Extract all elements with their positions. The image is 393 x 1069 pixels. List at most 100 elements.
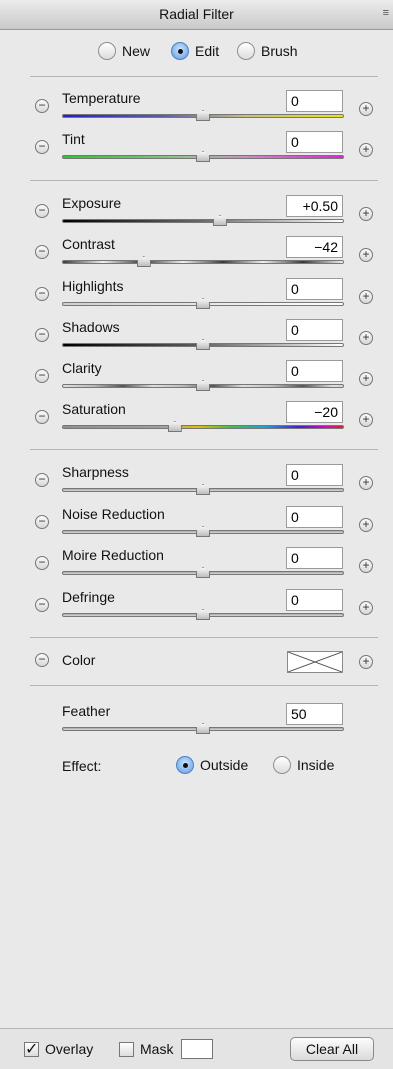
tint-plus-icon[interactable]: + bbox=[359, 143, 373, 157]
temperature-minus-icon[interactable]: − bbox=[35, 99, 49, 113]
exposure-slider-thumb[interactable] bbox=[212, 215, 227, 226]
panel-title: Radial Filter bbox=[159, 6, 234, 22]
feather-label: Feather bbox=[62, 703, 111, 719]
contrast-plus-icon[interactable]: + bbox=[359, 248, 373, 262]
moire-reduction-slider-thumb[interactable] bbox=[196, 567, 210, 578]
sharpness-plus-icon[interactable]: + bbox=[359, 476, 373, 490]
temperature-plus-icon[interactable]: + bbox=[359, 102, 373, 116]
color-swatch[interactable] bbox=[287, 651, 343, 673]
effect-label: Effect: bbox=[62, 758, 102, 774]
tint-value-input[interactable] bbox=[286, 131, 343, 153]
clarity-plus-icon[interactable]: + bbox=[359, 372, 373, 386]
tint-slider-thumb[interactable] bbox=[196, 151, 210, 162]
radio-new[interactable] bbox=[98, 42, 116, 60]
exposure-value-input[interactable] bbox=[286, 195, 343, 217]
radio-inside[interactable] bbox=[273, 756, 291, 774]
contrast-value-input[interactable] bbox=[286, 236, 343, 258]
clear-all-button[interactable]: Clear All bbox=[290, 1037, 374, 1061]
sharpness-slider-thumb[interactable] bbox=[196, 484, 210, 495]
contrast-minus-icon[interactable]: − bbox=[35, 245, 49, 259]
effect-outside[interactable]: Outside bbox=[176, 756, 248, 774]
feather-value-input[interactable] bbox=[286, 703, 343, 725]
highlights-value-input[interactable] bbox=[286, 278, 343, 300]
saturation-slider-track[interactable] bbox=[62, 425, 344, 429]
noise-reduction-slider-thumb[interactable] bbox=[196, 526, 210, 537]
temperature-value-input[interactable] bbox=[286, 90, 343, 112]
moire-reduction-row: −Moire Reduction + bbox=[0, 547, 393, 587]
noise-reduction-value-input[interactable] bbox=[286, 506, 343, 528]
noise-reduction-label: Noise Reduction bbox=[62, 506, 165, 522]
contrast-label: Contrast bbox=[62, 236, 115, 252]
mask-checkbox[interactable] bbox=[119, 1042, 134, 1057]
mask-color-swatch[interactable] bbox=[181, 1039, 213, 1059]
shadows-label: Shadows bbox=[62, 319, 120, 335]
mode-selector: New Edit Brush bbox=[0, 42, 393, 66]
exposure-plus-icon[interactable]: + bbox=[359, 207, 373, 221]
contrast-slider-track[interactable] bbox=[62, 260, 344, 264]
color-label: Color bbox=[62, 652, 96, 668]
highlights-row: −Highlights + bbox=[0, 278, 393, 318]
contrast-slider-thumb[interactable] bbox=[136, 256, 151, 267]
highlights-plus-icon[interactable]: + bbox=[359, 290, 373, 304]
saturation-minus-icon[interactable]: − bbox=[35, 410, 49, 424]
effect-inside-label: Inside bbox=[297, 757, 335, 773]
defringe-plus-icon[interactable]: + bbox=[359, 601, 373, 615]
shadows-minus-icon[interactable]: − bbox=[35, 328, 49, 342]
saturation-plus-icon[interactable]: + bbox=[359, 413, 373, 427]
panel-titlebar: Radial Filter ≡ bbox=[0, 0, 393, 30]
color-plus-icon[interactable]: + bbox=[359, 655, 373, 669]
shadows-slider-thumb[interactable] bbox=[196, 339, 210, 350]
defringe-minus-icon[interactable]: − bbox=[35, 598, 49, 612]
effect-outside-label: Outside bbox=[200, 757, 249, 773]
color-minus-icon[interactable]: − bbox=[35, 653, 49, 667]
defringe-row: −Defringe + bbox=[0, 589, 393, 629]
divider bbox=[30, 637, 378, 638]
mode-edit-label: Edit bbox=[195, 43, 220, 59]
radio-edit[interactable] bbox=[171, 42, 189, 60]
feather-slider-thumb[interactable] bbox=[196, 723, 210, 734]
highlights-slider-thumb[interactable] bbox=[196, 298, 210, 309]
radio-outside[interactable] bbox=[176, 756, 194, 774]
feather-row: Feather bbox=[0, 703, 393, 743]
saturation-value-input[interactable] bbox=[286, 401, 343, 423]
tint-minus-icon[interactable]: − bbox=[35, 140, 49, 154]
moire-reduction-value-input[interactable] bbox=[286, 547, 343, 569]
sharpness-row: −Sharpness + bbox=[0, 464, 393, 504]
mode-new-label: New bbox=[122, 43, 151, 59]
sharpness-minus-icon[interactable]: − bbox=[35, 473, 49, 487]
clarity-minus-icon[interactable]: − bbox=[35, 369, 49, 383]
saturation-label: Saturation bbox=[62, 401, 126, 417]
saturation-row: −Saturation + bbox=[0, 401, 393, 441]
clarity-value-input[interactable] bbox=[286, 360, 343, 382]
highlights-label: Highlights bbox=[62, 278, 124, 294]
panel-menu-icon[interactable]: ≡ bbox=[383, 7, 389, 19]
highlights-minus-icon[interactable]: − bbox=[35, 287, 49, 301]
tint-row: −Tint + bbox=[0, 131, 393, 171]
moire-reduction-plus-icon[interactable]: + bbox=[359, 559, 373, 573]
clarity-slider-thumb[interactable] bbox=[196, 380, 210, 391]
shadows-plus-icon[interactable]: + bbox=[359, 331, 373, 345]
mask-label: Mask bbox=[140, 1041, 174, 1057]
overlay-checkbox[interactable] bbox=[24, 1039, 39, 1059]
exposure-slider-track[interactable] bbox=[62, 219, 344, 223]
mode-brush[interactable]: Brush bbox=[237, 42, 298, 60]
noise-reduction-plus-icon[interactable]: + bbox=[359, 518, 373, 532]
clarity-row: −Clarity + bbox=[0, 360, 393, 400]
divider bbox=[30, 76, 378, 77]
noise-reduction-minus-icon[interactable]: − bbox=[35, 515, 49, 529]
moire-reduction-minus-icon[interactable]: − bbox=[35, 556, 49, 570]
mode-edit[interactable]: Edit bbox=[171, 42, 219, 60]
defringe-value-input[interactable] bbox=[286, 589, 343, 611]
effect-inside[interactable]: Inside bbox=[273, 756, 334, 774]
clarity-label: Clarity bbox=[62, 360, 102, 376]
saturation-slider-thumb[interactable] bbox=[167, 421, 182, 432]
sharpness-label: Sharpness bbox=[62, 464, 129, 480]
bottom-bar: Overlay Mask Clear All bbox=[0, 1028, 393, 1069]
exposure-minus-icon[interactable]: − bbox=[35, 204, 49, 218]
defringe-slider-thumb[interactable] bbox=[196, 609, 210, 620]
mode-new[interactable]: New bbox=[98, 42, 150, 60]
sharpness-value-input[interactable] bbox=[286, 464, 343, 486]
shadows-value-input[interactable] bbox=[286, 319, 343, 341]
radio-brush[interactable] bbox=[237, 42, 255, 60]
temperature-slider-thumb[interactable] bbox=[196, 110, 210, 121]
